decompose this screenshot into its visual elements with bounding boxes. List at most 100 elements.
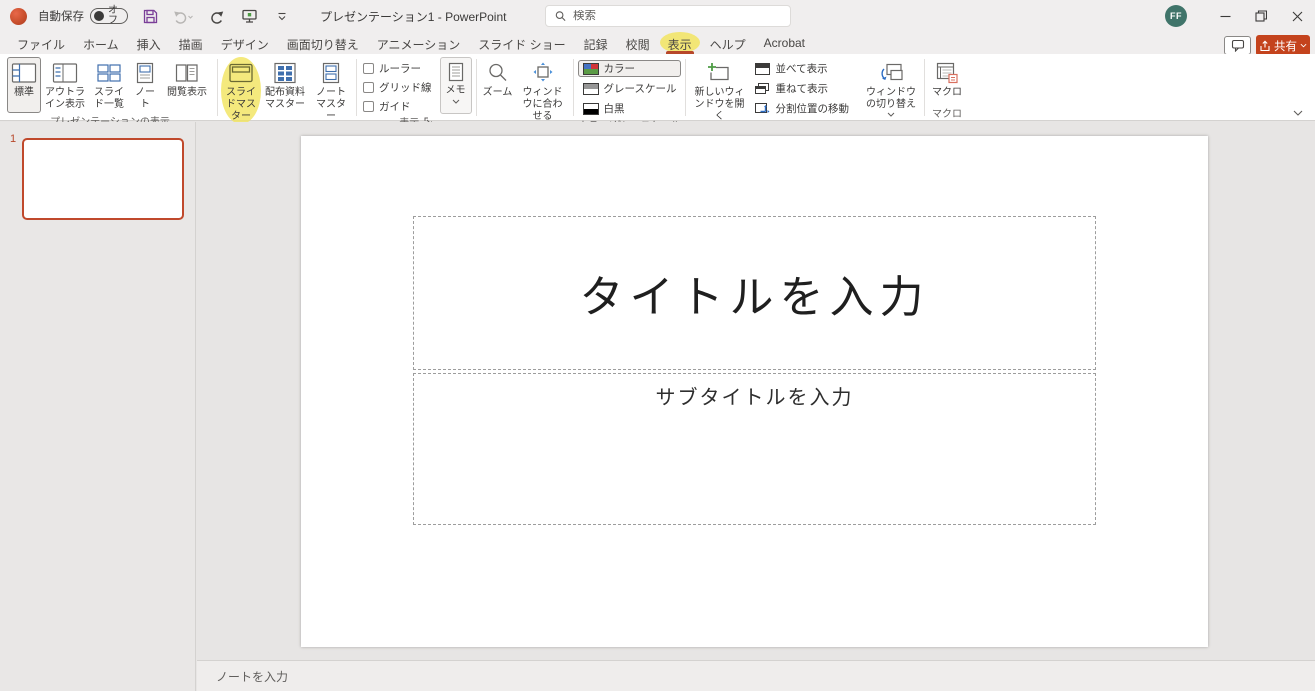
slide-master-button[interactable]: スライドマスター — [221, 57, 261, 125]
switch-windows-button[interactable]: ウィンドウの切り替え — [862, 57, 920, 124]
tab-slideshow[interactable]: スライド ショー — [469, 32, 574, 54]
notes-master-button[interactable]: ノートマスター — [310, 57, 352, 124]
restore-button[interactable] — [1243, 0, 1279, 32]
move-split-label: 分割位置の移動 — [775, 103, 849, 115]
powerpoint-logo-icon — [10, 7, 27, 25]
tab-animations[interactable]: アニメーション — [368, 32, 470, 54]
search-box[interactable] — [545, 5, 791, 27]
group-separator — [217, 59, 218, 116]
move-split-button[interactable]: 分割位置の移動 — [750, 100, 854, 117]
zoom-icon — [488, 63, 506, 81]
slide-canvas[interactable]: タイトルを入力 サブタイトルを入力 — [301, 136, 1208, 647]
slideshow-icon — [241, 9, 257, 23]
macros-button[interactable]: マクロ — [929, 57, 965, 105]
tab-record[interactable]: 記録 — [575, 32, 617, 54]
checkbox-icon — [363, 82, 374, 93]
notes-page-label: ノート — [135, 87, 155, 110]
grayscale-label: グレースケール — [603, 83, 677, 95]
arrange-all-button[interactable]: 並べて表示 — [750, 60, 854, 77]
color-button[interactable]: カラー — [577, 60, 682, 77]
redo-button[interactable] — [205, 5, 227, 27]
gridlines-label: グリッド線 — [379, 82, 432, 94]
group-separator — [923, 59, 925, 116]
slide-workspace: タイトルを入力 サブタイトルを入力 — [197, 122, 1315, 660]
search-icon — [555, 11, 566, 21]
group-show: ルーラー グリッド線 ガイド メモ 表示 — [358, 56, 475, 129]
autosave-label: 自動保存 — [38, 11, 84, 23]
share-button[interactable]: 共有 — [1256, 35, 1310, 56]
tab-file[interactable]: ファイル — [8, 32, 74, 54]
memo-icon — [448, 62, 463, 82]
color-label: カラー — [603, 63, 636, 75]
notes-placeholder: ノートを入力 — [216, 669, 289, 684]
zoom-button[interactable]: ズーム — [481, 57, 515, 124]
new-window-icon — [708, 63, 730, 81]
title-placeholder[interactable]: タイトルを入力 — [413, 216, 1096, 370]
black-white-button[interactable]: 白黒 — [578, 100, 682, 117]
tab-transitions[interactable]: 画面切り替え — [278, 32, 368, 54]
group-separator — [475, 59, 477, 116]
slide-master-label: スライドマスター — [226, 87, 256, 122]
customize-qat-button[interactable] — [271, 5, 293, 27]
memo-button[interactable]: メモ — [439, 57, 472, 114]
subtitle-placeholder[interactable]: サブタイトルを入力 — [413, 373, 1096, 525]
chevron-down-icon — [452, 99, 459, 104]
autosave-toggle[interactable]: オフ — [90, 6, 128, 26]
start-slideshow-button[interactable] — [238, 5, 260, 27]
ruler-checkbox[interactable]: ルーラー — [363, 61, 432, 76]
autosave-control[interactable]: 自動保存 オフ — [38, 6, 128, 26]
normal-view-icon — [11, 63, 37, 83]
slide-thumbnail[interactable] — [22, 138, 184, 220]
color-icon — [582, 62, 599, 75]
undo-button[interactable] — [172, 5, 194, 27]
cascade-button[interactable]: 重ねて表示 — [750, 80, 854, 97]
group-master-views: スライドマスター 配布資料マスター ノートマスター マスター表示 — [219, 56, 355, 139]
slide-sorter-button[interactable]: スライド一覧 — [89, 57, 129, 113]
guides-checkbox[interactable]: ガイド — [363, 99, 432, 114]
slide-sorter-icon — [97, 64, 121, 82]
tab-acrobat[interactable]: Acrobat — [755, 32, 814, 54]
outline-view-button[interactable]: アウトライン表示 — [43, 57, 87, 113]
tab-home[interactable]: ホーム — [74, 32, 128, 54]
normal-view-label: 標準 — [14, 87, 34, 98]
tab-draw[interactable]: 描画 — [170, 32, 212, 54]
tab-insert[interactable]: 挿入 — [128, 32, 170, 54]
black-white-label: 白黒 — [603, 103, 625, 115]
checkbox-icon — [363, 101, 374, 112]
grayscale-icon — [582, 82, 599, 95]
tab-help[interactable]: ヘルプ — [701, 32, 755, 54]
tab-design[interactable]: デザイン — [212, 32, 278, 54]
grayscale-button[interactable]: グレースケール — [578, 80, 682, 97]
tab-view[interactable]: 表示 — [659, 32, 701, 54]
group-presentation-views: 標準 アウトライン表示 スライド一覧 ノート 閲覧表示 プレゼンテーションの表示 — [4, 56, 216, 128]
gridlines-checkbox[interactable]: グリッド線 — [363, 80, 432, 95]
caret-with-bar-icon — [278, 12, 286, 20]
handout-master-button[interactable]: 配布資料マスター — [262, 57, 308, 124]
avatar[interactable]: FF — [1165, 5, 1187, 27]
group-window: 新しいウィンドウを開く 並べて表示 重ねて表示 分割位置の移動 ウィンドウの切り… — [687, 56, 923, 139]
normal-view-button[interactable]: 標準 — [7, 57, 41, 113]
reading-view-button[interactable]: 閲覧表示 — [161, 57, 213, 113]
save-button[interactable] — [139, 5, 161, 27]
ruler-label: ルーラー — [379, 63, 421, 75]
notes-master-label: ノートマスター — [316, 87, 346, 122]
comments-button[interactable] — [1224, 36, 1251, 55]
fit-to-window-icon — [533, 62, 552, 82]
search-input[interactable] — [573, 10, 781, 22]
tab-review[interactable]: 校閲 — [617, 32, 659, 54]
quick-access-toolbar: 自動保存 オフ プレゼンテーション1 - PowerPoint — [10, 5, 506, 27]
share-label: 共有 — [1274, 40, 1297, 53]
notes-pane[interactable]: ノートを入力 — [197, 660, 1315, 691]
outline-view-label: アウトライン表示 — [45, 87, 85, 110]
restore-icon — [1255, 10, 1267, 22]
fit-to-window-button[interactable]: ウィンドウに合わせる — [517, 57, 569, 124]
redo-icon — [210, 11, 223, 24]
new-window-button[interactable]: 新しいウィンドウを開く — [690, 57, 748, 124]
collapse-ribbon-button[interactable] — [1293, 110, 1303, 116]
close-button[interactable] — [1279, 0, 1315, 32]
cascade-icon — [755, 82, 770, 94]
notes-page-button[interactable]: ノート — [131, 57, 159, 113]
minimize-button[interactable] — [1207, 0, 1243, 32]
black-white-icon — [582, 102, 599, 115]
window-controls: FF — [1165, 0, 1315, 32]
